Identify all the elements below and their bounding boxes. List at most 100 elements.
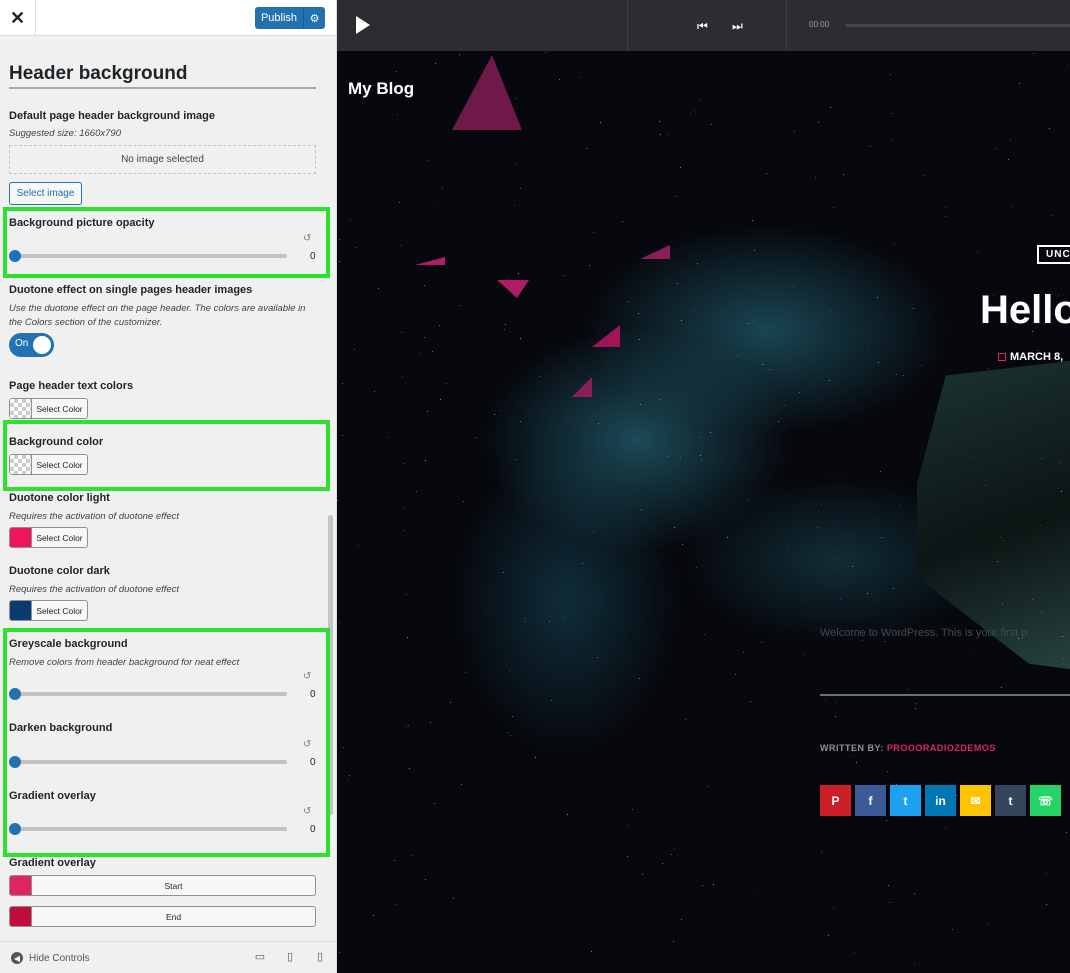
star: [563, 275, 564, 276]
star: [520, 421, 521, 422]
author-name[interactable]: PROOORADIOZDEMOS: [887, 743, 996, 753]
star: [821, 852, 822, 853]
star: [475, 437, 476, 438]
star: [891, 113, 892, 114]
select-image-button[interactable]: Select image: [9, 182, 82, 205]
star: [408, 725, 409, 726]
star: [409, 768, 410, 769]
star: [339, 261, 340, 262]
star: [887, 771, 888, 772]
star: [1046, 873, 1047, 874]
star: [1051, 215, 1052, 216]
duotone-light-select-button[interactable]: Select Color: [9, 527, 88, 548]
star: [752, 220, 753, 221]
star: [1063, 658, 1064, 659]
previous-track-icon[interactable]: ⏮: [697, 19, 708, 34]
close-customizer-button[interactable]: ✕: [0, 0, 36, 36]
duotone-dark-select-button[interactable]: Select Color: [9, 600, 88, 621]
star: [704, 634, 705, 635]
star: [520, 188, 521, 189]
star: [667, 456, 668, 457]
play-icon[interactable]: [356, 16, 370, 34]
post-date: MARCH 8,: [998, 351, 1063, 363]
star: [406, 726, 407, 727]
star: [707, 786, 708, 787]
gear-icon[interactable]: ⚙: [304, 12, 325, 25]
text-colors-label: Page header text colors: [9, 380, 134, 392]
highlight-box-background-color: [3, 420, 330, 491]
star: [1068, 65, 1069, 66]
star: [404, 507, 405, 508]
star: [660, 134, 661, 135]
star: [886, 820, 887, 821]
star: [400, 245, 401, 246]
star: [829, 380, 830, 381]
duotone-toggle[interactable]: On: [9, 333, 54, 357]
text-color-select-button[interactable]: Select Color: [9, 398, 88, 419]
star: [1062, 636, 1063, 637]
star: [945, 827, 946, 828]
star: [516, 164, 517, 165]
excerpt-divider: [820, 694, 1070, 696]
customizer-footer: ◀ Hide Controls ▭ ▯ ▯: [0, 941, 336, 973]
star: [358, 545, 359, 546]
star: [748, 323, 749, 324]
desktop-preview-icon[interactable]: ▭: [253, 950, 267, 964]
tablet-preview-icon[interactable]: ▯: [283, 950, 297, 964]
linkedin-icon[interactable]: in: [925, 785, 956, 816]
start-label: Start: [164, 880, 183, 891]
star: [833, 207, 834, 208]
star: [818, 122, 819, 123]
star: [525, 621, 526, 622]
publish-button[interactable]: Publish ⚙: [255, 7, 325, 29]
select-color-label: Select Color: [36, 532, 83, 543]
no-image-placeholder: No image selected: [9, 145, 316, 174]
star: [794, 131, 795, 132]
star: [396, 71, 397, 72]
hide-controls-button[interactable]: ◀ Hide Controls: [11, 952, 90, 964]
next-track-icon[interactable]: ⏭: [732, 19, 743, 34]
star: [642, 874, 643, 875]
twitter-icon[interactable]: t: [890, 785, 921, 816]
star: [743, 652, 744, 653]
whatsapp-icon[interactable]: ☏: [1030, 785, 1061, 816]
facebook-icon[interactable]: f: [855, 785, 886, 816]
star: [833, 907, 834, 908]
site-title[interactable]: My Blog: [348, 79, 414, 99]
star: [397, 114, 398, 115]
star: [622, 221, 623, 222]
star: [830, 107, 831, 108]
star: [545, 52, 546, 53]
star: [597, 657, 598, 658]
star: [427, 160, 428, 161]
star: [997, 561, 998, 562]
star: [459, 54, 460, 55]
star: [515, 459, 516, 460]
gradient-start-button[interactable]: Start: [9, 875, 316, 896]
pinterest-icon[interactable]: P: [820, 785, 851, 816]
select-color-label: Select Color: [36, 605, 83, 616]
star: [737, 355, 738, 356]
player-progress-bar[interactable]: [846, 24, 1070, 27]
star: [1049, 128, 1050, 129]
star: [1040, 525, 1041, 526]
gradient-end-button[interactable]: End: [9, 906, 316, 927]
player-time: 00:00: [809, 20, 830, 29]
star: [915, 708, 916, 709]
star: [591, 951, 592, 952]
post-date-text: MARCH 8,: [1010, 351, 1064, 363]
tumblr-icon[interactable]: t: [995, 785, 1026, 816]
star: [508, 278, 509, 279]
star: [1041, 612, 1042, 613]
star: [784, 405, 785, 406]
star: [840, 599, 841, 600]
category-badge[interactable]: UNC: [1037, 245, 1070, 264]
star: [702, 885, 703, 886]
email-icon[interactable]: ✉: [960, 785, 991, 816]
star: [673, 941, 674, 942]
star: [856, 762, 857, 763]
star: [500, 410, 501, 411]
select-color-label: Select Color: [36, 403, 83, 414]
star: [659, 121, 660, 122]
mobile-preview-icon[interactable]: ▯: [313, 950, 327, 964]
